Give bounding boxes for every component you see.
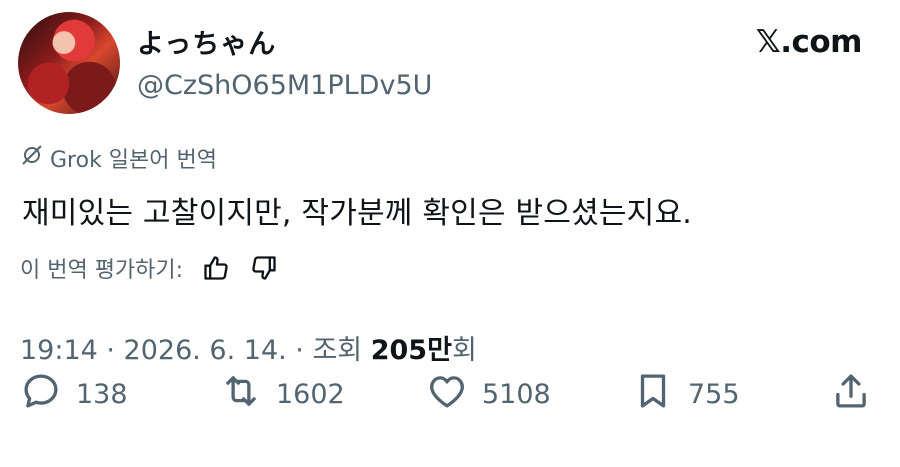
x-logo-icon: 𝕏 <box>755 24 781 60</box>
grok-slash-icon <box>20 143 44 173</box>
bookmark-icon <box>632 370 674 419</box>
author-display-name[interactable]: よっちゃん <box>137 22 276 61</box>
reply-icon <box>20 370 62 419</box>
views-number: 205 <box>370 335 428 366</box>
like-count: 5108 <box>482 378 551 410</box>
reply-count: 138 <box>76 378 128 410</box>
x-domain-text: .com <box>780 24 862 60</box>
reply-button[interactable]: 138 <box>20 370 128 419</box>
timestamp-and-views-label: 19:14 · 2026. 6. 14. · 조회 <box>20 335 371 366</box>
thumbs-up-icon[interactable] <box>201 253 231 283</box>
repost-icon <box>220 370 262 419</box>
views-unit: 만 <box>427 335 452 366</box>
repost-button[interactable]: 1602 <box>220 370 345 419</box>
tweet-text: 재미있는 고찰이지만, 작가분께 확인은 받으셨는지요. <box>22 196 693 231</box>
share-button[interactable] <box>830 370 872 419</box>
like-button[interactable]: 5108 <box>426 370 551 419</box>
rate-translation-label: 이 번역 평가하기: <box>20 258 184 283</box>
author-avatar[interactable] <box>18 12 120 114</box>
views-suffix: 회 <box>451 335 477 366</box>
share-icon <box>830 370 872 419</box>
author-handle[interactable]: @CzShO65M1PLDv5U <box>137 70 432 101</box>
x-brand-logo: 𝕏.com <box>755 24 863 60</box>
heart-icon <box>426 370 468 419</box>
bookmark-count: 755 <box>688 378 740 410</box>
translation-label: Grok 일본어 번역 <box>50 148 217 173</box>
bookmark-button[interactable]: 755 <box>632 370 740 419</box>
rate-translation-row: 이 번역 평가하기: <box>20 252 279 284</box>
translation-label-row: Grok 일본어 번역 <box>20 142 217 174</box>
views-count[interactable]: 205만 <box>371 335 452 366</box>
tweet-metadata: 19:14 · 2026. 6. 14. · 조회 205만회 <box>20 328 477 367</box>
thumbs-down-icon[interactable] <box>249 253 279 283</box>
repost-count: 1602 <box>276 378 345 410</box>
